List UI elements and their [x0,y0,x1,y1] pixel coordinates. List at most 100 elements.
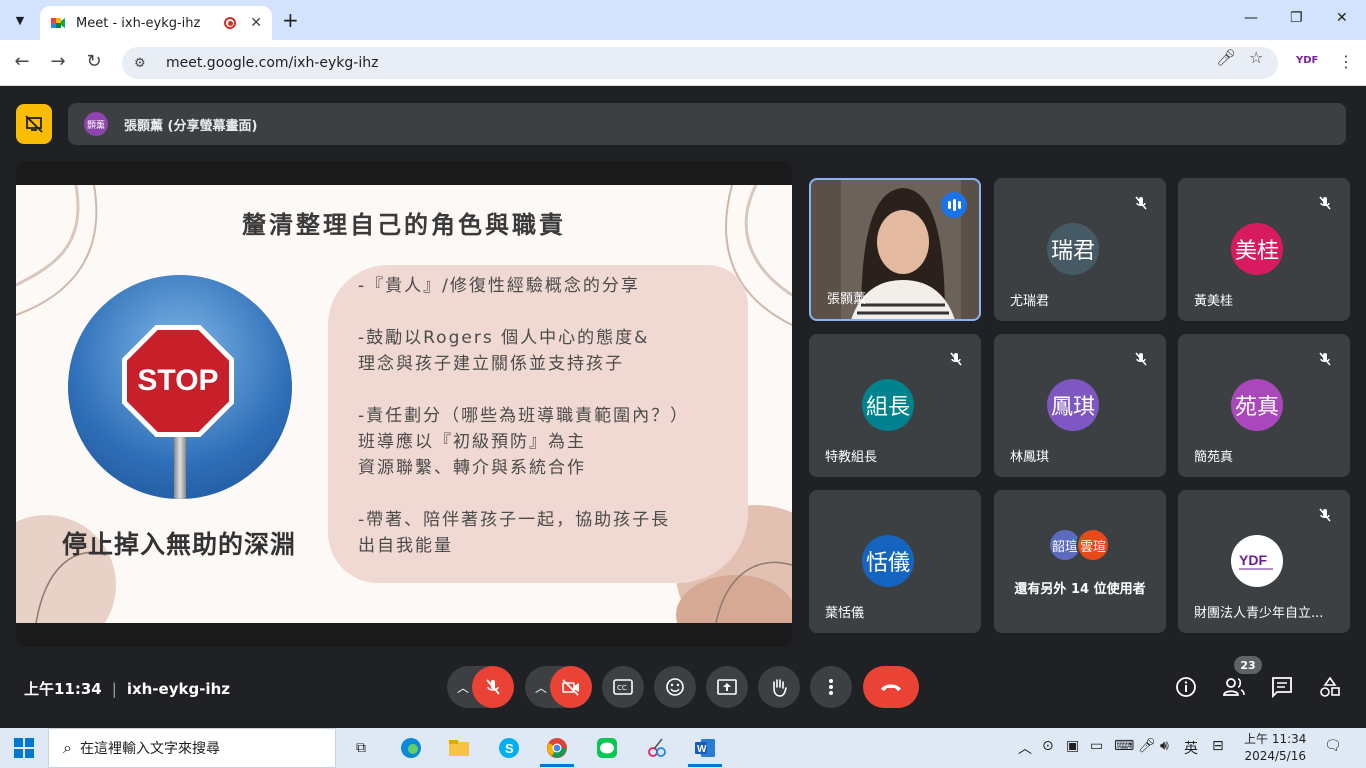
restore-window-button[interactable]: ❐ [1290,10,1303,26]
participant-tile[interactable]: 張顥薰 [809,178,981,321]
notifications-icon[interactable]: 🗨︎ [1324,738,1342,754]
line-icon[interactable] [592,734,622,762]
participant-tile[interactable]: YDF 財團法人青少年自立... [1178,490,1350,633]
tab-search-button[interactable]: ▼ [8,8,32,32]
participant-count-badge: 23 [1234,656,1262,674]
participant-tile[interactable]: 美桂 黃美桂 [1178,178,1350,321]
taskbar-clock[interactable]: 上午 11:34 2024/5/16 [1244,731,1306,765]
participant-tile[interactable]: 恬儀 葉恬儀 [809,490,981,633]
mic-off-icon [1314,192,1336,214]
recording-indicator-icon [224,17,237,29]
input-method-indicator[interactable]: 英 [1184,738,1198,758]
present-screen-icon [717,679,737,695]
captions-icon: CC [613,679,633,695]
audio-options-chevron-icon[interactable]: ︿ [457,679,469,696]
participant-tile[interactable]: 瑞君 尤瑞君 [994,178,1166,321]
activities-icon [1320,676,1340,697]
extension-icon[interactable]: YDF [1296,55,1318,66]
people-button[interactable] [1222,676,1246,700]
participant-name: 簡苑真 [1194,450,1234,465]
presenter-label: 張顥薰 (分享螢幕畫面) [124,118,258,134]
reactions-button[interactable] [654,666,696,708]
presenter-bar: 顥薰 張顥薰 (分享螢幕畫面) [68,103,1346,145]
mic-off-icon [945,348,967,370]
show-hidden-icons-chevron-icon[interactable]: ︿ [1018,738,1032,758]
meeting-time: 上午11:34 [24,680,102,698]
participant-tile[interactable]: 鳳琪 林鳳琪 [994,334,1166,477]
word-icon[interactable]: W [690,734,720,762]
file-explorer-icon[interactable] [444,734,474,762]
skype-icon[interactable]: S [494,734,524,762]
task-view-icon[interactable]: ⧉ [346,734,376,762]
svg-text:W: W [697,744,707,755]
more-vert-icon [829,679,833,695]
back-button[interactable]: ← [10,51,34,72]
chat-icon [1272,677,1292,699]
chat-button[interactable] [1270,676,1294,700]
windows-taskbar: ⌕ 在這裡輸入文字來搜尋 ⧉ S W ︿ ⊙ ▣ ▭ ⌨ 🎤︎ 🔊︎ 英 ⊟ 上… [0,728,1366,768]
tab-title: Meet - ixh-eykg-ihz [76,15,201,31]
participant-tile[interactable]: 組長 特教組長 [809,334,981,477]
windows-start-icon[interactable] [14,738,34,758]
slide-caption: 停止掉入無助的深淵 [62,530,297,559]
participant-name: 特教組長 [825,450,878,465]
tray-app-icon[interactable]: ⊙ [1042,738,1054,754]
new-tab-button[interactable]: + [282,8,299,32]
other-participants-avatars: 韶瑄 雲瑄 [1048,528,1110,562]
participant-avatar: 瑞君 [1047,223,1099,275]
tray-app-icon[interactable]: ▣ [1066,738,1079,754]
ime-mode-icon[interactable]: ⊟ [1212,738,1224,754]
browser-toolbar: ← → ↻ ⚙ meet.google.com/ixh-eykg-ihz 🎤︎ … [0,40,1366,86]
browser-menu-icon[interactable]: ⋮ [1338,52,1354,71]
meeting-code: ixh-eykg-ihz [126,680,230,698]
network-icon[interactable]: ⌨ [1114,738,1134,754]
active-app-indicator [540,764,574,767]
snipping-tool-icon[interactable] [642,734,672,762]
chrome-icon[interactable] [542,734,572,762]
svg-text:YDF: YDF [1239,552,1267,568]
other-participants-tile[interactable]: 韶瑄 雲瑄 還有另外 14 位使用者 [994,490,1166,633]
volume-icon[interactable]: 🔊︎ [1160,738,1169,754]
leave-call-button[interactable] [863,666,919,708]
close-tab-icon[interactable]: ✕ [250,15,262,31]
stop-sign-icon: STOP [122,325,234,437]
captions-button[interactable]: CC [602,666,644,708]
video-options-chevron-icon[interactable]: ︿ [535,679,547,696]
taskbar-search[interactable]: ⌕ 在這裡輸入文字來搜尋 [48,728,336,768]
participant-tile[interactable]: 苑真 簡苑真 [1178,334,1350,477]
taskbar-search-placeholder: 在這裡輸入文字來搜尋 [79,741,220,757]
present-screen-button[interactable] [706,666,748,708]
hang-up-icon [881,684,901,691]
battery-icon[interactable]: ▭ [1090,738,1103,754]
more-options-button[interactable] [810,666,852,708]
voice-search-icon[interactable]: 🎤︎ [1216,48,1236,67]
minimize-window-button[interactable]: — [1244,10,1258,26]
meeting-details-button[interactable] [1174,676,1198,700]
participant-name: 財團法人青少年自立... [1194,606,1324,621]
presentation-layout-button[interactable] [16,104,52,144]
camera-toggle-button[interactable] [550,666,592,708]
microphone-tray-icon[interactable]: 🎤︎ [1138,738,1156,754]
other-participants-label: 還有另外 14 位使用者 [1014,582,1146,597]
participant-avatar: 美桂 [1231,223,1283,275]
address-bar[interactable]: ⚙ meet.google.com/ixh-eykg-ihz [122,47,1278,79]
active-app-indicator [688,764,722,767]
reload-button[interactable]: ↻ [82,51,106,72]
shared-screen[interactable]: 釐清整理自己的角色與職責 -『貴人』/修復性經驗概念的分享 -鼓勵以Rogers… [16,161,792,647]
forward-button[interactable]: → [46,51,70,72]
stop-sign-text: STOP [127,330,229,432]
close-window-button[interactable]: ✕ [1336,10,1348,26]
bookmark-star-icon[interactable]: ☆ [1249,48,1263,67]
slide-bullet: -鼓勵以Rogers 個人中心的態度& 理念與孩子建立關係並支持孩子 [358,328,650,374]
camera-off-icon [562,679,579,696]
edge-icon[interactable] [396,734,426,762]
participant-name: 張顥薰 [827,292,867,307]
mic-off-icon [1314,504,1336,526]
activities-button[interactable] [1318,676,1342,700]
browser-tab-meet[interactable]: Meet - ixh-eykg-ihz ✕ [40,6,272,40]
raise-hand-button[interactable] [758,666,800,708]
organization-logo-avatar: YDF [1231,535,1283,587]
slide-title: 釐清整理自己的角色與職責 [242,211,566,239]
site-info-icon[interactable]: ⚙ [134,56,152,71]
mic-toggle-button[interactable] [472,666,514,708]
